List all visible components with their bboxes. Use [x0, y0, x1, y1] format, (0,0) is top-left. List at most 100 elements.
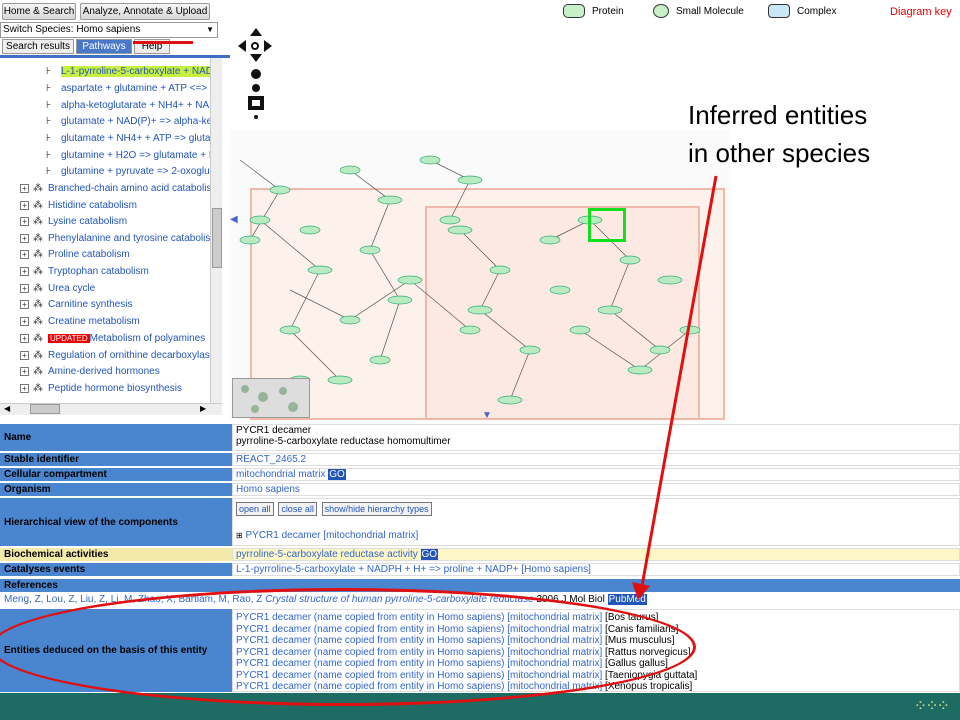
catalyses-link[interactable]: L-1-pyrroline-5-carboxylate + NADPH + H+… [232, 563, 960, 576]
detail-row-stable-id: Stable identifier REACT_2465.2 [0, 453, 960, 467]
protein-legend-icon [563, 4, 585, 18]
tree-reaction-item[interactable]: ⊦ glutamine + H2O => glutamate + NH [46, 148, 222, 164]
pathway-icon: ⁂ [33, 233, 43, 244]
tree-reaction-item[interactable]: ⊦ alpha-ketoglutarate + NH4+ + NAD(I [46, 98, 222, 114]
reaction-icon: ⊦ [46, 100, 52, 111]
organism-link[interactable]: Homo sapiens [232, 483, 960, 496]
tree-vertical-scrollbar[interactable] [210, 58, 222, 403]
expand-icon[interactable]: + [20, 233, 29, 243]
tree-reaction-item[interactable]: ⊦ glutamine + pyruvate => 2-oxoglutar [46, 164, 221, 180]
detail-value: PYCR1 decamer pyrroline-5-carboxylate re… [232, 424, 960, 451]
expand-icon[interactable]: + [20, 266, 29, 276]
pathway-icon: ⁂ [33, 383, 43, 394]
hierarchy-item-link[interactable]: PYCR1 decamer [mitochondrial matrix] [245, 530, 418, 541]
expand-icon[interactable]: + [20, 216, 29, 226]
tree-pathway-item[interactable]: + ⁂ Amine-derived hormones [20, 364, 160, 380]
detail-value: open all close all show/hide hierarchy t… [232, 498, 960, 546]
pan-down-icon[interactable]: ▼ [482, 410, 492, 421]
tree-reaction-item[interactable]: ⊦ glutamate + NH4+ + ATP => glutami [46, 131, 221, 147]
tab-search-results[interactable]: Search results [2, 39, 74, 54]
detail-row-organism: Organism Homo sapiens [0, 483, 960, 497]
red-annotation-underline [133, 41, 193, 44]
go-link[interactable]: GO [328, 469, 346, 480]
stable-id-link[interactable]: REACT_2465.2 [232, 453, 960, 466]
tree-pathway-item[interactable]: + ⁂ Tryptophan catabolism [20, 264, 149, 280]
top-toolbar: Home & Search Analyze, Annotate & Upload… [0, 0, 960, 22]
scroll-right-icon[interactable]: ▶ [200, 404, 206, 413]
tree-pathway-item[interactable]: + ⁂ Lysine catabolism [20, 214, 127, 230]
home-search-button[interactable]: Home & Search [2, 3, 76, 20]
tree-pathway-item[interactable]: + ⁂ Peptide hormone biosynthesis [20, 381, 182, 397]
tree-reaction-item[interactable]: ⊦ aspartate + glutamine + ATP <=> as [46, 81, 220, 97]
tree-reaction-item[interactable]: ⊦ glutamate + NAD(P)+ => alpha-keto [46, 114, 221, 130]
scroll-left-icon[interactable]: ◀ [4, 404, 10, 413]
tree-pathway-item[interactable]: + ⁂ UPDATED Metabolism of polyamines [20, 331, 205, 347]
expand-icon[interactable]: + [20, 316, 29, 326]
pathway-icon: ⁂ [33, 249, 43, 260]
detail-row-catalyses: Catalyses events L-1-pyrroline-5-carboxy… [0, 563, 960, 577]
expand-icon[interactable]: + [20, 299, 29, 309]
expand-icon[interactable]: + [20, 183, 29, 193]
detail-row-biochem: Biochemical activities pyrroline-5-carbo… [0, 548, 960, 562]
expand-icon[interactable]: + [20, 283, 29, 293]
pathway-icon: ⁂ [33, 316, 43, 327]
reaction-icon: ⊦ [46, 116, 52, 127]
species-select[interactable]: Switch Species: Homo sapiens ▼ [0, 22, 218, 38]
pan-zoom-controls-icon[interactable] [234, 26, 274, 126]
left-panel-tabs: Search results Pathways Help [0, 38, 230, 55]
selected-entity-highlight[interactable] [588, 208, 626, 242]
expand-icon[interactable]: + [20, 200, 29, 210]
expand-icon[interactable]: + [20, 366, 29, 376]
species-select-label: Switch Species: Homo sapiens [3, 24, 141, 35]
compartment-link[interactable]: mitochondrial matrix [236, 469, 325, 480]
detail-value: pyrroline-5-carboxylate reductase activi… [232, 548, 960, 561]
complex-legend-label: Complex [797, 6, 837, 17]
pan-left-icon[interactable]: ◀ [230, 214, 238, 225]
detail-label: Biochemical activities [0, 548, 232, 561]
red-annotation-ellipse [0, 588, 696, 706]
expand-icon[interactable]: ⊞ [236, 531, 243, 540]
tab-pathways[interactable]: Pathways [76, 39, 132, 54]
reaction-icon: ⊦ [46, 166, 52, 177]
expand-icon[interactable]: + [20, 350, 29, 360]
tree-pathway-item[interactable]: + ⁂ Regulation of ornithine decarboxylase … [20, 348, 221, 364]
pathway-icon: ⁂ [33, 216, 43, 227]
reaction-icon: ⊦ [46, 66, 52, 77]
pubmed-link[interactable]: PubMed [607, 594, 647, 605]
detail-label: Hierarchical view of the components [0, 498, 232, 546]
tree-pathway-item[interactable]: + ⁂ Creatine metabolism [20, 314, 140, 330]
logo-dots-icon: ⁘⁘⁘ [913, 698, 950, 715]
pathway-diagram-canvas[interactable]: ◀ ▼ [230, 130, 730, 421]
pathway-icon: ⁂ [33, 366, 43, 377]
detail-label: Stable identifier [0, 453, 232, 466]
scrollbar-thumb[interactable] [212, 208, 222, 268]
tree-horizontal-scrollbar[interactable]: ◀ ▶ [0, 403, 222, 415]
chevron-down-icon: ▼ [206, 25, 214, 34]
diagram-navigation [234, 26, 274, 126]
tree-pathway-item[interactable]: + ⁂ Phenylalanine and tyrosine catabolism [20, 231, 219, 247]
small-molecule-legend-icon [653, 4, 669, 18]
scrollbar-thumb[interactable] [30, 404, 60, 414]
tree-pathway-item[interactable]: + ⁂ Proline catabolism [20, 247, 130, 263]
diagram-key-link[interactable]: Diagram key [890, 6, 952, 18]
pathway-icon: ⁂ [33, 200, 43, 211]
tree-reaction-item[interactable]: ⊦ L-1-pyrroline-5-carboxylate + NADPH [46, 64, 222, 80]
tree-pathway-item[interactable]: + ⁂ Urea cycle [20, 281, 95, 297]
diagram-overview-thumbnail[interactable] [232, 378, 310, 418]
reaction-icon: ⊦ [46, 150, 52, 161]
expand-icon[interactable]: + [20, 383, 29, 393]
pathway-icon: ⁂ [33, 299, 43, 310]
expand-icon[interactable]: + [20, 249, 29, 259]
analyze-upload-button[interactable]: Analyze, Annotate & Upload [80, 3, 210, 20]
annotation-text: Inferred entities in other species [688, 96, 870, 172]
close-all-button[interactable]: close all [278, 502, 317, 516]
tree-pathway-item[interactable]: + ⁂ Branched-chain amino acid catabolism [20, 181, 220, 197]
show-hide-types-button[interactable]: show/hide hierarchy types [321, 502, 432, 516]
tree-pathway-item[interactable]: + ⁂ Carnitine synthesis [20, 297, 132, 313]
tree-pathway-item[interactable]: + ⁂ Histidine catabolism [20, 198, 137, 214]
go-link[interactable]: GO [420, 549, 439, 560]
annotation-line-2: in other species [688, 138, 871, 168]
expand-icon[interactable]: + [20, 333, 29, 343]
activity-link[interactable]: pyrroline-5-carboxylate reductase activi… [236, 549, 418, 560]
open-all-button[interactable]: open all [236, 502, 274, 516]
